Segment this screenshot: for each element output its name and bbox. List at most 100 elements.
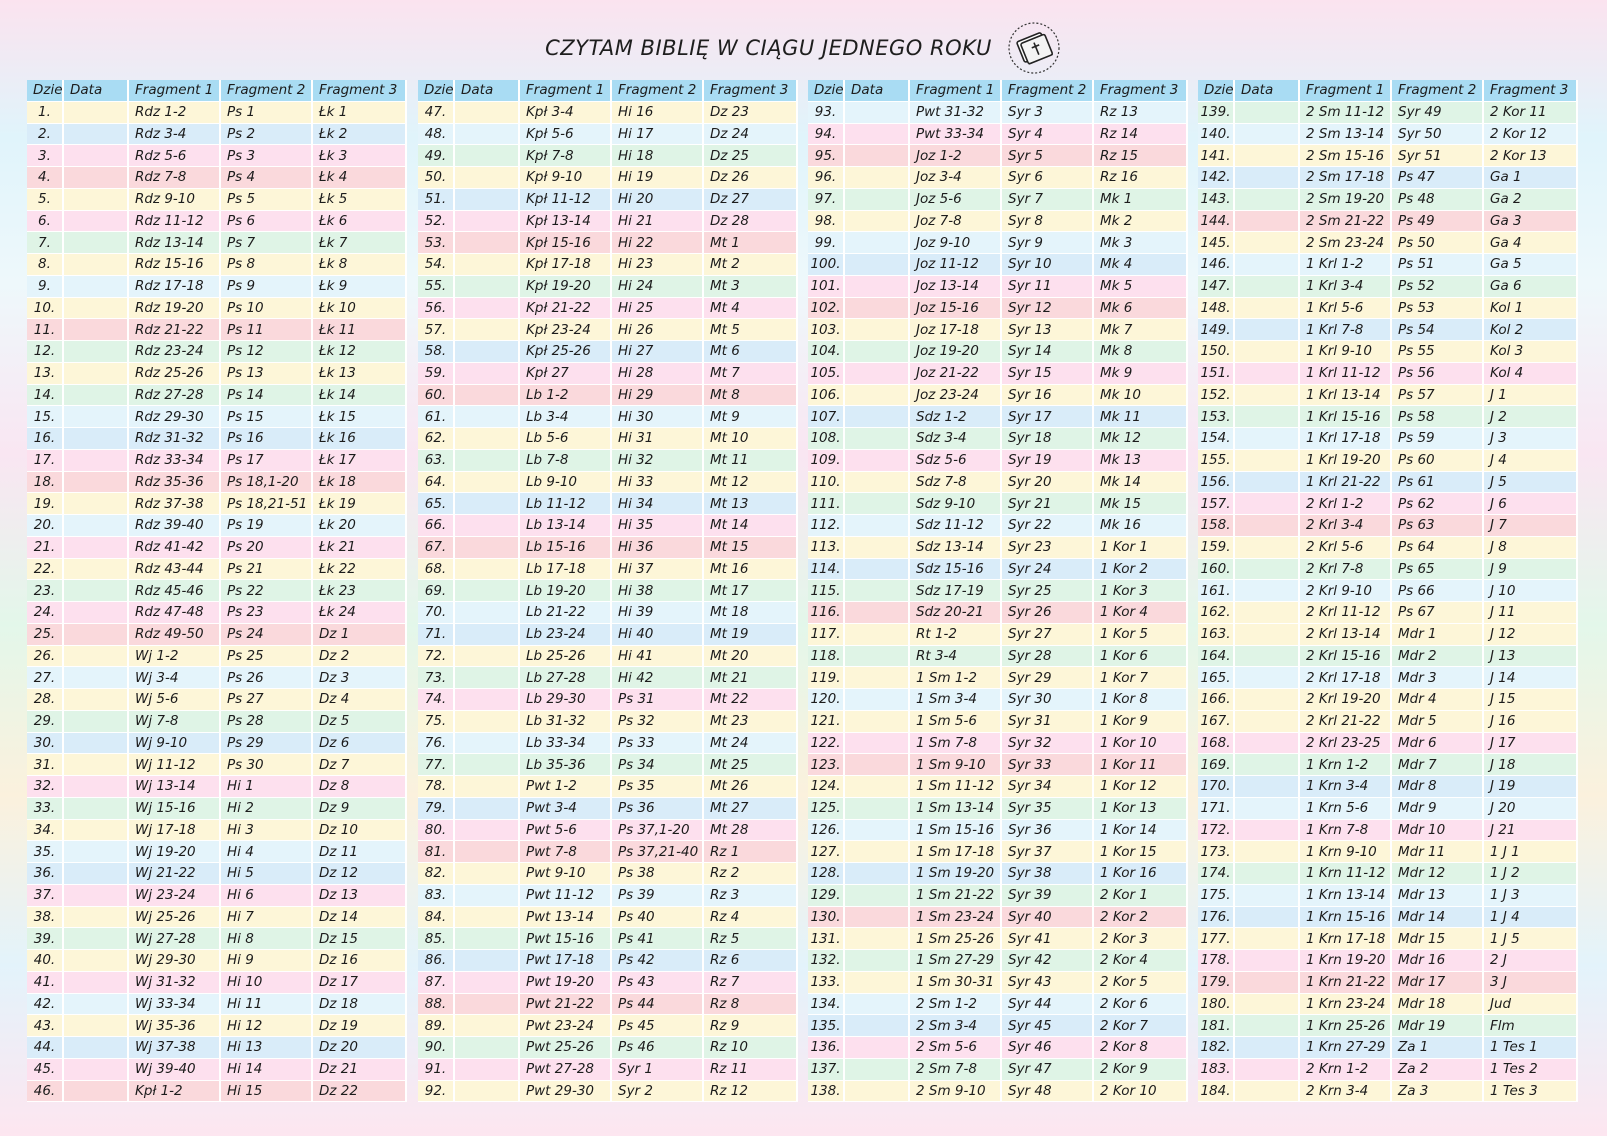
date-cell[interactable]: [455, 167, 520, 189]
date-cell[interactable]: [845, 667, 910, 689]
date-cell[interactable]: [845, 406, 910, 428]
date-cell[interactable]: [1235, 254, 1300, 276]
date-cell[interactable]: [1235, 384, 1300, 407]
date-cell[interactable]: [455, 906, 520, 929]
date-cell[interactable]: [1235, 515, 1300, 537]
date-cell[interactable]: [845, 710, 910, 733]
date-cell[interactable]: [455, 232, 520, 254]
date-cell[interactable]: [1235, 536, 1300, 559]
date-cell[interactable]: [64, 667, 129, 689]
date-cell[interactable]: [845, 971, 910, 994]
date-cell[interactable]: [1235, 210, 1300, 233]
date-cell[interactable]: [845, 623, 910, 646]
date-cell[interactable]: [64, 580, 129, 602]
date-cell[interactable]: [1235, 841, 1300, 863]
date-cell[interactable]: [455, 1080, 520, 1103]
date-cell[interactable]: [845, 232, 910, 254]
date-cell[interactable]: [455, 928, 520, 950]
date-cell[interactable]: [64, 188, 129, 211]
date-cell[interactable]: [64, 623, 129, 646]
date-cell[interactable]: [455, 558, 520, 581]
date-cell[interactable]: [1235, 319, 1300, 341]
date-cell[interactable]: [845, 884, 910, 907]
date-cell[interactable]: [455, 536, 520, 559]
date-cell[interactable]: [64, 1037, 129, 1059]
date-cell[interactable]: [455, 580, 520, 602]
date-cell[interactable]: [455, 993, 520, 1016]
date-cell[interactable]: [1235, 167, 1300, 189]
date-cell[interactable]: [64, 645, 129, 668]
date-cell[interactable]: [455, 123, 520, 146]
date-cell[interactable]: [455, 819, 520, 842]
date-cell[interactable]: [845, 993, 910, 1016]
date-cell[interactable]: [1235, 776, 1300, 798]
date-cell[interactable]: [1235, 819, 1300, 842]
date-cell[interactable]: [64, 515, 129, 537]
date-cell[interactable]: [845, 841, 910, 863]
date-cell[interactable]: [1235, 689, 1300, 711]
date-cell[interactable]: [64, 1058, 129, 1081]
date-cell[interactable]: [455, 406, 520, 428]
date-cell[interactable]: [845, 471, 910, 494]
date-cell[interactable]: [64, 689, 129, 711]
date-cell[interactable]: [1235, 971, 1300, 994]
date-cell[interactable]: [845, 906, 910, 929]
date-cell[interactable]: [1235, 449, 1300, 472]
date-cell[interactable]: [845, 536, 910, 559]
date-cell[interactable]: [455, 1015, 520, 1037]
date-cell[interactable]: [1235, 580, 1300, 602]
date-cell[interactable]: [1235, 428, 1300, 450]
date-cell[interactable]: [845, 602, 910, 624]
date-cell[interactable]: [64, 493, 129, 515]
date-cell[interactable]: [845, 515, 910, 537]
date-cell[interactable]: [1235, 188, 1300, 211]
date-cell[interactable]: [1235, 906, 1300, 929]
date-cell[interactable]: [845, 123, 910, 146]
date-cell[interactable]: [455, 667, 520, 689]
date-cell[interactable]: [64, 428, 129, 450]
date-cell[interactable]: [845, 950, 910, 972]
date-cell[interactable]: [64, 254, 129, 276]
date-cell[interactable]: [455, 1037, 520, 1059]
date-cell[interactable]: [845, 428, 910, 450]
date-cell[interactable]: [845, 1015, 910, 1037]
date-cell[interactable]: [1235, 101, 1300, 124]
date-cell[interactable]: [64, 341, 129, 363]
date-cell[interactable]: [1235, 732, 1300, 755]
date-cell[interactable]: [845, 776, 910, 798]
date-cell[interactable]: [64, 993, 129, 1016]
date-cell[interactable]: [64, 232, 129, 254]
date-cell[interactable]: [1235, 602, 1300, 624]
date-cell[interactable]: [64, 732, 129, 755]
date-cell[interactable]: [455, 449, 520, 472]
date-cell[interactable]: [64, 906, 129, 929]
date-cell[interactable]: [1235, 645, 1300, 668]
date-cell[interactable]: [845, 928, 910, 950]
date-cell[interactable]: [455, 797, 520, 820]
date-cell[interactable]: [455, 319, 520, 341]
date-cell[interactable]: [64, 145, 129, 167]
date-cell[interactable]: [845, 732, 910, 755]
date-cell[interactable]: [1235, 754, 1300, 776]
date-cell[interactable]: [455, 689, 520, 711]
date-cell[interactable]: [64, 1015, 129, 1037]
date-cell[interactable]: [64, 362, 129, 385]
date-cell[interactable]: [64, 167, 129, 189]
date-cell[interactable]: [455, 210, 520, 233]
date-cell[interactable]: [1235, 471, 1300, 494]
date-cell[interactable]: [845, 254, 910, 276]
date-cell[interactable]: [64, 776, 129, 798]
date-cell[interactable]: [455, 1058, 520, 1081]
date-cell[interactable]: [845, 645, 910, 668]
date-cell[interactable]: [64, 950, 129, 972]
date-cell[interactable]: [845, 689, 910, 711]
date-cell[interactable]: [845, 275, 910, 298]
date-cell[interactable]: [64, 884, 129, 907]
date-cell[interactable]: [845, 493, 910, 515]
date-cell[interactable]: [64, 123, 129, 146]
date-cell[interactable]: [64, 558, 129, 581]
date-cell[interactable]: [64, 863, 129, 885]
date-cell[interactable]: [455, 493, 520, 515]
date-cell[interactable]: [455, 776, 520, 798]
date-cell[interactable]: [64, 710, 129, 733]
